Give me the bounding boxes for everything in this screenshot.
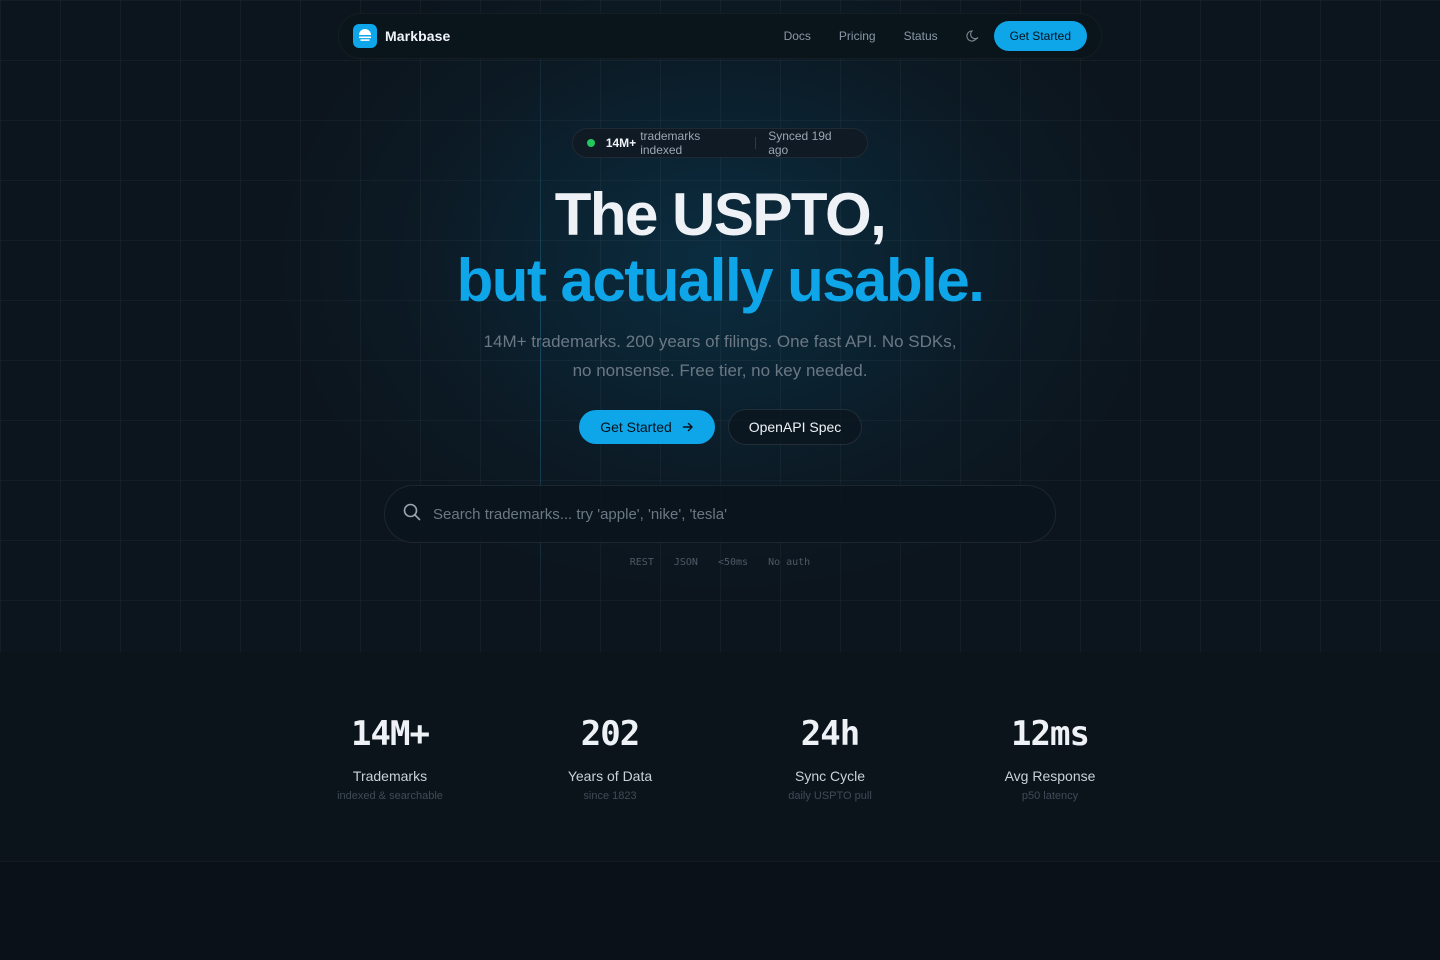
- grid-glow-line: [540, 0, 541, 652]
- stat-value: 14M+: [351, 714, 430, 754]
- nav-link-docs[interactable]: Docs: [784, 29, 811, 43]
- stat-response: 12ms Avg Response p50 latency: [940, 714, 1160, 802]
- stat-sync-cycle: 24h Sync Cycle daily USPTO pull: [720, 714, 940, 802]
- get-started-label: Get Started: [600, 419, 672, 435]
- stat-value: 24h: [800, 714, 860, 754]
- headline-line1: The USPTO,: [554, 181, 887, 248]
- brand-name[interactable]: Markbase: [385, 28, 450, 44]
- stats-section: 14M+ Trademarks indexed & searchable 202…: [0, 652, 1440, 862]
- stat-trademarks: 14M+ Trademarks indexed & searchable: [280, 714, 500, 802]
- nav-link-pricing[interactable]: Pricing: [839, 29, 876, 43]
- stat-label: Avg Response: [1004, 768, 1096, 784]
- stat-note: indexed & searchable: [337, 790, 443, 802]
- stat-note: p50 latency: [1021, 790, 1079, 802]
- stat-value: 12ms: [1011, 714, 1090, 754]
- arrow-right-icon: [682, 421, 694, 433]
- subhead-line2: no nonsense. Free tier, no key needed.: [572, 361, 868, 380]
- openapi-spec-button[interactable]: OpenAPI Spec: [728, 409, 862, 445]
- status-dot-icon: [587, 139, 595, 147]
- tag-item: <50ms: [717, 557, 749, 568]
- nav-link-status[interactable]: Status: [904, 29, 938, 43]
- tag-item: JSON: [673, 557, 698, 568]
- background-grid: [0, 0, 1440, 652]
- subhead-line1: 14M+ trademarks. 200 years of filings. O…: [483, 332, 957, 351]
- page-bottom: [0, 862, 1440, 960]
- nav-get-started-button[interactable]: Get Started: [993, 21, 1087, 51]
- headline-line2: but actually usable.: [456, 247, 985, 314]
- stat-years: 202 Years of Data since 1823: [500, 714, 720, 802]
- badge-synced: Synced 19d ago: [768, 129, 832, 157]
- search-bar[interactable]: [384, 485, 1056, 543]
- badge-count: 14M+: [605, 136, 637, 150]
- tag-item: No auth: [768, 557, 811, 568]
- stat-note: since 1823: [583, 790, 637, 802]
- stat-value: 202: [580, 714, 640, 754]
- hero-section: Markbase Docs Pricing Status Get Started…: [0, 0, 1440, 652]
- index-status-badge: 14M+ trademarks indexed Synced 19d ago: [572, 128, 868, 158]
- top-navbar: Markbase Docs Pricing Status Get Started: [338, 13, 1102, 59]
- badge-divider: [755, 137, 757, 149]
- get-started-button[interactable]: Get Started: [579, 410, 715, 444]
- logo-icon[interactable]: [353, 24, 377, 48]
- moon-icon[interactable]: [966, 29, 980, 43]
- badge-text: trademarks indexed: [640, 129, 701, 157]
- stat-label: Trademarks: [352, 768, 428, 784]
- stat-label: Sync Cycle: [794, 768, 866, 784]
- stat-note: daily USPTO pull: [788, 790, 872, 802]
- tag-item: REST: [629, 557, 654, 568]
- feature-tags: REST JSON <50ms No auth: [0, 557, 1440, 568]
- stat-label: Years of Data: [567, 768, 653, 784]
- search-input[interactable]: [433, 505, 1037, 523]
- search-icon: [403, 503, 421, 526]
- nav-links: Docs Pricing Status Get Started: [784, 21, 1087, 51]
